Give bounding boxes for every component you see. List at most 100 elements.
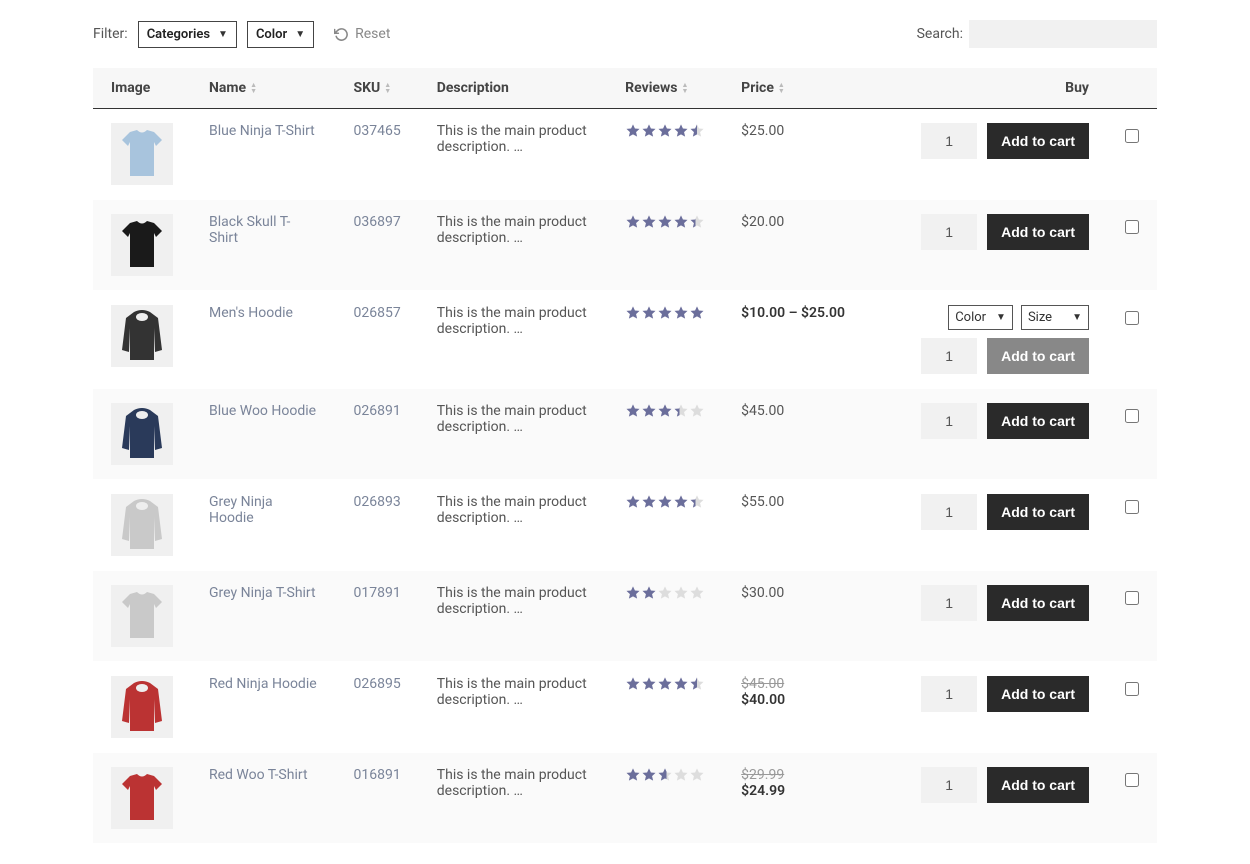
product-thumbnail[interactable] bbox=[111, 494, 173, 556]
buy-cell: Add to cart bbox=[881, 403, 1089, 439]
add-to-cart-button[interactable]: Add to cart bbox=[987, 767, 1089, 803]
product-sku: 026857 bbox=[354, 305, 401, 321]
buy-row: Add to cart bbox=[921, 214, 1089, 250]
search-label: Search: bbox=[917, 26, 963, 42]
buy-row: Add to cart bbox=[921, 676, 1089, 712]
product-name-link[interactable]: Red Woo T-Shirt bbox=[209, 767, 308, 783]
buy-row: Add to cart bbox=[921, 123, 1089, 159]
filter-label: Filter: bbox=[93, 26, 128, 42]
quantity-input[interactable] bbox=[921, 494, 977, 530]
product-description: This is the main product description. … bbox=[437, 676, 587, 708]
col-image-label: Image bbox=[111, 80, 150, 96]
buy-cell: Add to cart bbox=[881, 585, 1089, 621]
search-input[interactable] bbox=[969, 20, 1157, 48]
original-price: $29.99 bbox=[741, 767, 845, 783]
product-name-link[interactable]: Grey Ninja T-Shirt bbox=[209, 585, 316, 601]
col-name[interactable]: Name ▲▼ bbox=[191, 68, 336, 109]
col-price-label: Price bbox=[741, 80, 774, 96]
col-check bbox=[1107, 68, 1157, 109]
product-thumbnail[interactable] bbox=[111, 214, 173, 276]
sort-arrows-icon: ▲▼ bbox=[384, 82, 391, 94]
add-to-cart-button[interactable]: Add to cart bbox=[987, 494, 1089, 530]
chevron-down-icon: ▼ bbox=[1072, 312, 1082, 323]
col-price[interactable]: Price▲▼ bbox=[723, 68, 863, 109]
chevron-down-icon: ▼ bbox=[218, 29, 228, 40]
col-image[interactable]: Image bbox=[93, 68, 191, 109]
rating-stars bbox=[625, 214, 705, 230]
col-name-label: Name bbox=[209, 80, 246, 96]
product-name-link[interactable]: Black Skull T-Shirt bbox=[209, 214, 290, 246]
product-price: $55.00 bbox=[741, 494, 784, 510]
product-description: This is the main product description. … bbox=[437, 214, 587, 246]
rating-stars bbox=[625, 767, 705, 783]
chevron-down-icon: ▼ bbox=[996, 312, 1006, 323]
buy-cell: Add to cart bbox=[881, 123, 1089, 159]
col-description[interactable]: Description bbox=[419, 68, 607, 109]
table-row: Red Ninja Hoodie026895This is the main p… bbox=[93, 662, 1157, 753]
select-product-checkbox[interactable] bbox=[1125, 682, 1139, 696]
reset-button[interactable]: Reset bbox=[334, 26, 390, 42]
quantity-input[interactable] bbox=[921, 403, 977, 439]
product-name-link[interactable]: Grey Ninja Hoodie bbox=[209, 494, 273, 526]
select-product-checkbox[interactable] bbox=[1125, 129, 1139, 143]
product-sku: 026891 bbox=[354, 403, 401, 419]
variation-size-select[interactable]: Size▼ bbox=[1021, 305, 1089, 330]
rating-stars bbox=[625, 305, 705, 321]
quantity-input[interactable] bbox=[921, 767, 977, 803]
variation-color-select[interactable]: Color▼ bbox=[948, 305, 1013, 330]
quantity-input[interactable] bbox=[921, 123, 977, 159]
product-description: This is the main product description. … bbox=[437, 123, 587, 155]
sale-price: $40.00 bbox=[741, 692, 845, 708]
rating-stars bbox=[625, 494, 705, 510]
col-sku-label: SKU bbox=[354, 80, 381, 96]
select-product-checkbox[interactable] bbox=[1125, 220, 1139, 234]
col-reviews-label: Reviews bbox=[625, 80, 677, 96]
categories-select[interactable]: Categories ▼ bbox=[138, 21, 237, 48]
quantity-input[interactable] bbox=[921, 676, 977, 712]
add-to-cart-button[interactable]: Add to cart bbox=[987, 123, 1089, 159]
product-thumbnail[interactable] bbox=[111, 403, 173, 465]
col-buy: Buy bbox=[863, 68, 1107, 109]
rating-stars bbox=[625, 585, 705, 601]
color-select[interactable]: Color ▼ bbox=[247, 21, 314, 48]
product-description: This is the main product description. … bbox=[437, 767, 587, 799]
product-thumbnail[interactable] bbox=[111, 767, 173, 829]
rating-stars bbox=[625, 403, 705, 419]
filter-toolbar: Filter: Categories ▼ Color ▼ Reset Searc… bbox=[93, 20, 1157, 48]
add-to-cart-button[interactable]: Add to cart bbox=[987, 214, 1089, 250]
product-name-link[interactable]: Blue Woo Hoodie bbox=[209, 403, 316, 419]
col-reviews[interactable]: Reviews▲▼ bbox=[607, 68, 723, 109]
col-sku[interactable]: SKU▲▼ bbox=[336, 68, 419, 109]
select-product-checkbox[interactable] bbox=[1125, 591, 1139, 605]
table-row: Grey Ninja T-Shirt017891This is the main… bbox=[93, 571, 1157, 662]
col-buy-label: Buy bbox=[1065, 80, 1089, 96]
product-name-link[interactable]: Red Ninja Hoodie bbox=[209, 676, 317, 692]
product-description: This is the main product description. … bbox=[437, 585, 587, 617]
add-to-cart-button[interactable]: Add to cart bbox=[987, 403, 1089, 439]
product-name-link[interactable]: Men's Hoodie bbox=[209, 305, 293, 321]
quantity-input[interactable] bbox=[921, 338, 977, 374]
product-sku: 016891 bbox=[354, 767, 401, 783]
product-thumbnail[interactable] bbox=[111, 676, 173, 738]
select-product-checkbox[interactable] bbox=[1125, 409, 1139, 423]
select-product-checkbox[interactable] bbox=[1125, 311, 1139, 325]
quantity-input[interactable] bbox=[921, 585, 977, 621]
col-description-label: Description bbox=[437, 80, 509, 96]
price-range: $10.00 – $25.00 bbox=[741, 305, 845, 321]
add-to-cart-button[interactable]: Add to cart bbox=[987, 585, 1089, 621]
product-name-link[interactable]: Blue Ninja T-Shirt bbox=[209, 123, 315, 139]
sort-arrows-icon: ▲▼ bbox=[250, 82, 257, 94]
add-to-cart-button[interactable]: Add to cart bbox=[987, 676, 1089, 712]
product-thumbnail[interactable] bbox=[111, 305, 173, 367]
quantity-input[interactable] bbox=[921, 214, 977, 250]
categories-select-label: Categories bbox=[147, 27, 210, 42]
product-thumbnail[interactable] bbox=[111, 123, 173, 185]
sale-price: $24.99 bbox=[741, 783, 845, 799]
variation-selects: Color▼ Size▼ bbox=[948, 305, 1089, 330]
table-row: Men's Hoodie026857This is the main produ… bbox=[93, 291, 1157, 389]
select-product-checkbox[interactable] bbox=[1125, 500, 1139, 514]
select-product-checkbox[interactable] bbox=[1125, 773, 1139, 787]
rating-stars bbox=[625, 676, 705, 692]
product-thumbnail[interactable] bbox=[111, 585, 173, 647]
buy-row: Add to cart bbox=[921, 767, 1089, 803]
